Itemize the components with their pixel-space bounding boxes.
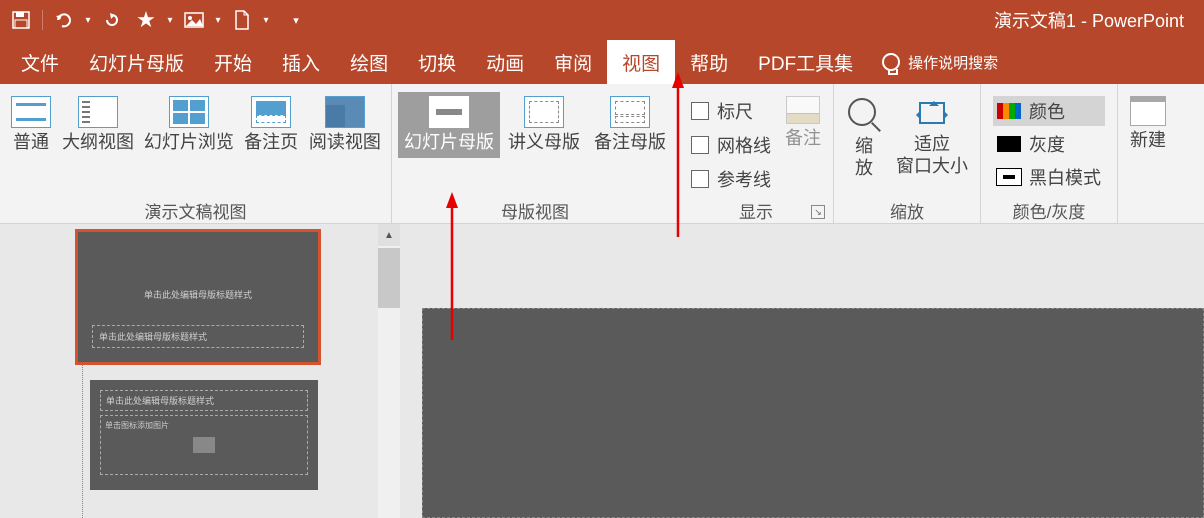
zoom-button[interactable]: 缩 放 xyxy=(840,92,888,183)
normal-view-icon xyxy=(11,96,51,128)
picture-icon[interactable] xyxy=(179,5,209,35)
scroll-thumb[interactable] xyxy=(378,248,400,308)
master-thumbnail-1[interactable]: 单击此处编辑母版标题样式 单击此处编辑母版标题样式 xyxy=(78,232,318,362)
save-button[interactable] xyxy=(6,5,36,35)
redo-button[interactable] xyxy=(97,5,127,35)
handout-master-icon xyxy=(524,96,564,128)
thumbnail-body-placeholder: 单击图标添加图片 xyxy=(100,415,308,475)
group-window: 新建 xyxy=(1118,84,1178,223)
group-color-grayscale: 颜色 灰度 黑白模式 颜色/灰度 xyxy=(981,84,1118,223)
undo-button[interactable] xyxy=(49,5,79,35)
layout-thumbnail-2[interactable]: 单击此处编辑母版标题样式 单击图标添加图片 xyxy=(90,380,318,490)
tell-me-search[interactable]: 操作说明搜索 xyxy=(868,40,1012,84)
group-label: 颜色/灰度 xyxy=(987,197,1111,223)
magnifier-icon xyxy=(846,96,882,132)
notes-master-icon xyxy=(610,96,650,128)
tab-insert[interactable]: 插入 xyxy=(267,40,335,84)
scroll-up-button[interactable]: ▲ xyxy=(378,224,400,246)
group-show: 标尺 网格线 参考线 备注 显示↘ xyxy=(679,84,834,223)
tab-draw[interactable]: 绘图 xyxy=(335,40,403,84)
new-window-button[interactable]: 新建 xyxy=(1124,92,1172,156)
group-zoom: 缩 放 适应 窗口大小 缩放 xyxy=(834,84,981,223)
notes-page-icon xyxy=(251,96,291,128)
picture-dropdown[interactable]: ▾ xyxy=(213,15,223,26)
color-mode-button[interactable]: 颜色 xyxy=(993,96,1105,126)
ribbon: 普通 大纲视图 幻灯片浏览 备注页 阅读视图 演示文稿视图 幻灯片母版 讲义母版… xyxy=(0,84,1204,224)
tab-pdf-tools[interactable]: PDF工具集 xyxy=(743,40,868,84)
group-master-views: 幻灯片母版 讲义母版 备注母版 母版视图 xyxy=(392,84,679,223)
title-bar: ▾ ★ ▾ ▾ ▾ ▾ 演示文稿1 - PowerPoint xyxy=(0,0,1204,40)
customize-qat-dropdown[interactable]: ▾ xyxy=(281,5,311,35)
new-file-dropdown[interactable]: ▾ xyxy=(261,15,271,26)
gridlines-checkbox[interactable]: 网格线 xyxy=(691,132,771,158)
tab-slide-master[interactable]: 幻灯片母版 xyxy=(74,40,199,84)
reading-view-button[interactable]: 阅读视图 xyxy=(305,92,385,158)
ribbon-tabs: 文件 幻灯片母版 开始 插入 绘图 切换 动画 审阅 视图 帮助 PDF工具集 … xyxy=(0,40,1204,84)
slide-master-button[interactable]: 幻灯片母版 xyxy=(398,92,500,158)
slide-canvas[interactable] xyxy=(422,308,1204,518)
lightbulb-icon xyxy=(882,53,900,71)
notes-page-button[interactable]: 备注页 xyxy=(240,92,303,158)
start-dropdown[interactable]: ▾ xyxy=(165,15,175,26)
outline-view-icon xyxy=(78,96,118,128)
slide-master-icon xyxy=(429,96,469,128)
gray-swatch-icon xyxy=(997,136,1021,152)
tab-file[interactable]: 文件 xyxy=(6,40,74,84)
workspace: 单击此处编辑母版标题样式 单击此处编辑母版标题样式 单击此处编辑母版标题样式 单… xyxy=(0,224,1204,518)
undo-dropdown[interactable]: ▾ xyxy=(83,15,93,26)
group-label: 显示↘ xyxy=(685,197,827,223)
notes-pane-button[interactable]: 备注 xyxy=(779,92,827,154)
tell-me-label: 操作说明搜索 xyxy=(908,52,998,73)
group-label: 演示文稿视图 xyxy=(6,197,385,223)
guides-checkbox[interactable]: 参考线 xyxy=(691,166,771,192)
notes-master-button[interactable]: 备注母版 xyxy=(588,92,672,158)
group-label: 缩放 xyxy=(840,197,974,223)
tab-help[interactable]: 帮助 xyxy=(675,40,743,84)
slide-canvas-area xyxy=(400,224,1204,518)
bw-swatch-icon xyxy=(997,169,1021,185)
ruler-checkbox[interactable]: 标尺 xyxy=(691,98,771,124)
new-window-icon xyxy=(1130,96,1166,126)
thumbnail-panel: 单击此处编辑母版标题样式 单击此处编辑母版标题样式 单击此处编辑母版标题样式 单… xyxy=(0,224,378,518)
dialog-launcher[interactable]: ↘ xyxy=(811,205,825,219)
thumbnail-title-placeholder: 单击此处编辑母版标题样式 xyxy=(100,390,308,411)
color-swatch-icon xyxy=(997,103,1021,119)
tab-review[interactable]: 审阅 xyxy=(539,40,607,84)
reading-view-icon xyxy=(325,96,365,128)
outline-view-button[interactable]: 大纲视图 xyxy=(58,92,138,158)
bw-mode-button[interactable]: 黑白模式 xyxy=(993,162,1105,192)
new-file-icon[interactable] xyxy=(227,5,257,35)
slide-sorter-icon xyxy=(169,96,209,128)
fit-window-icon xyxy=(913,96,951,130)
start-from-beginning-button[interactable]: ★ xyxy=(131,5,161,35)
separator xyxy=(42,10,43,30)
slide-sorter-button[interactable]: 幻灯片浏览 xyxy=(140,92,237,158)
notes-pane-icon xyxy=(786,96,820,124)
tab-transitions[interactable]: 切换 xyxy=(403,40,471,84)
thumbnail-title-placeholder: 单击此处编辑母版标题样式 xyxy=(144,288,252,301)
tab-animations[interactable]: 动画 xyxy=(471,40,539,84)
normal-view-button[interactable]: 普通 xyxy=(6,92,56,158)
tab-view[interactable]: 视图 xyxy=(607,40,675,84)
quick-access-toolbar: ▾ ★ ▾ ▾ ▾ ▾ xyxy=(6,5,311,35)
grayscale-mode-button[interactable]: 灰度 xyxy=(993,129,1105,159)
thumbnail-subtitle-placeholder: 单击此处编辑母版标题样式 xyxy=(92,325,304,348)
handout-master-button[interactable]: 讲义母版 xyxy=(502,92,586,158)
tab-home[interactable]: 开始 xyxy=(199,40,267,84)
group-presentation-views: 普通 大纲视图 幻灯片浏览 备注页 阅读视图 演示文稿视图 xyxy=(0,84,392,223)
thumbnail-scrollbar[interactable]: ▲ xyxy=(378,224,400,518)
window-title: 演示文稿1 - PowerPoint xyxy=(994,7,1184,33)
group-label: 母版视图 xyxy=(398,197,672,223)
picture-placeholder-icon xyxy=(193,437,215,453)
fit-to-window-button[interactable]: 适应 窗口大小 xyxy=(890,92,974,181)
